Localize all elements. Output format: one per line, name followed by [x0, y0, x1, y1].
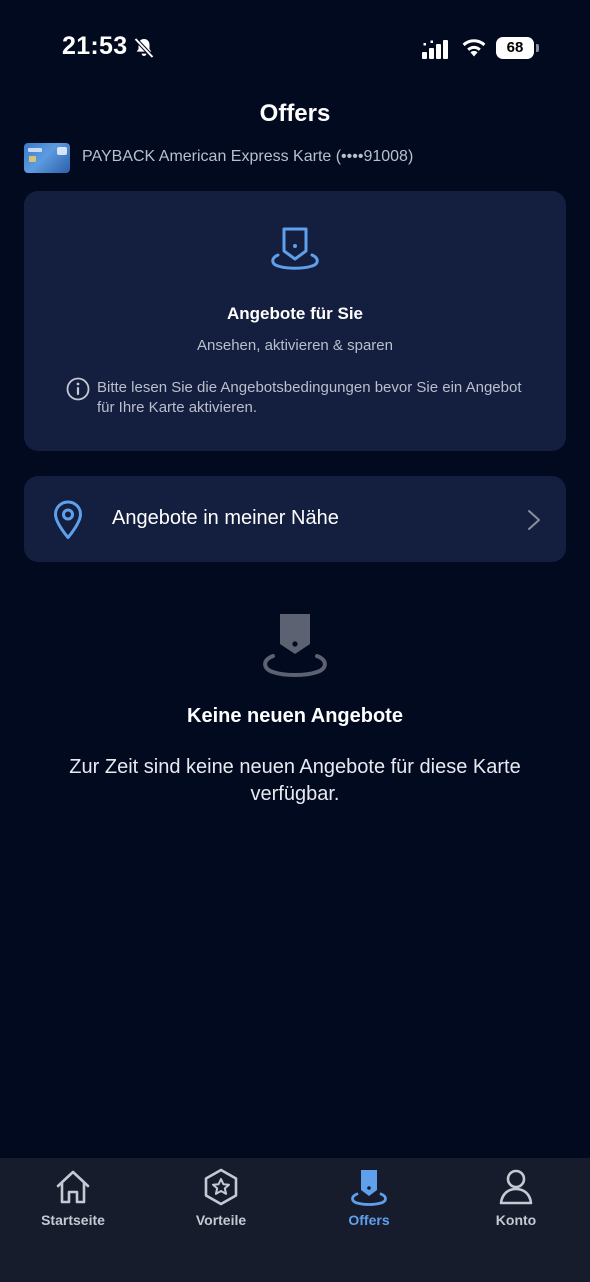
card-label: PAYBACK American Express Karte (••••9100…	[82, 148, 414, 165]
offer-terms-notice: Bitte lesen Sie die Angebotsbedingungen …	[97, 379, 522, 416]
info-icon	[66, 377, 90, 401]
location-pin-icon	[54, 500, 82, 539]
tab-konto[interactable]: Konto	[451, 1158, 581, 1248]
offers-icon	[351, 1170, 387, 1206]
battery-icon: 68	[496, 37, 540, 59]
wifi-icon	[462, 39, 486, 57]
bell-muted-icon	[134, 37, 154, 59]
offers-card-title: Angebote für Sie	[226, 304, 363, 323]
empty-state-description: Zur Zeit sind keine neuen Angebote für d…	[69, 756, 521, 805]
nearby-offers-label: Angebote in meiner Nähe	[112, 507, 339, 529]
empty-state-title: Keine neuen Angebote	[187, 705, 403, 727]
card-logo	[57, 147, 67, 155]
tab-startseite[interactable]: Startseite	[8, 1158, 138, 1248]
offers-for-you-card: Angebote für Sie Ansehen, aktivieren & s…	[24, 191, 566, 451]
tab-label: Konto	[495, 1212, 537, 1228]
chevron-right-icon	[528, 510, 540, 530]
card-stripe	[28, 148, 42, 152]
status-bar: 21:53 68	[0, 0, 590, 96]
tab-offers[interactable]: Offers	[304, 1158, 434, 1248]
status-time: 21:53	[62, 32, 128, 60]
battery-cap	[536, 44, 539, 52]
offers-card-subtitle: Ansehen, aktivieren & sparen	[197, 337, 393, 354]
star-badge-icon	[204, 1168, 238, 1206]
card-selector[interactable]: PAYBACK American Express Karte (••••9100…	[24, 142, 564, 174]
tab-label: Startseite	[41, 1212, 105, 1228]
bottom-tab-bar: Startseite Vorteile Offers Konto	[0, 1158, 590, 1282]
card-chip	[29, 156, 36, 162]
nearby-offers-row[interactable]: Angebote in meiner Nähe	[24, 476, 566, 562]
home-icon	[56, 1170, 90, 1204]
offer-tag-icon	[271, 227, 319, 270]
page-title: Offers	[259, 100, 331, 127]
tab-label: Vorteile	[195, 1212, 247, 1228]
signal-icon	[422, 40, 448, 59]
credit-card-thumbnail	[24, 143, 70, 173]
tab-label: Offers	[348, 1212, 390, 1228]
tab-vorteile[interactable]: Vorteile	[156, 1158, 286, 1248]
person-icon	[499, 1169, 533, 1205]
battery-level: 68	[496, 37, 534, 59]
empty-offers-icon	[263, 614, 327, 677]
